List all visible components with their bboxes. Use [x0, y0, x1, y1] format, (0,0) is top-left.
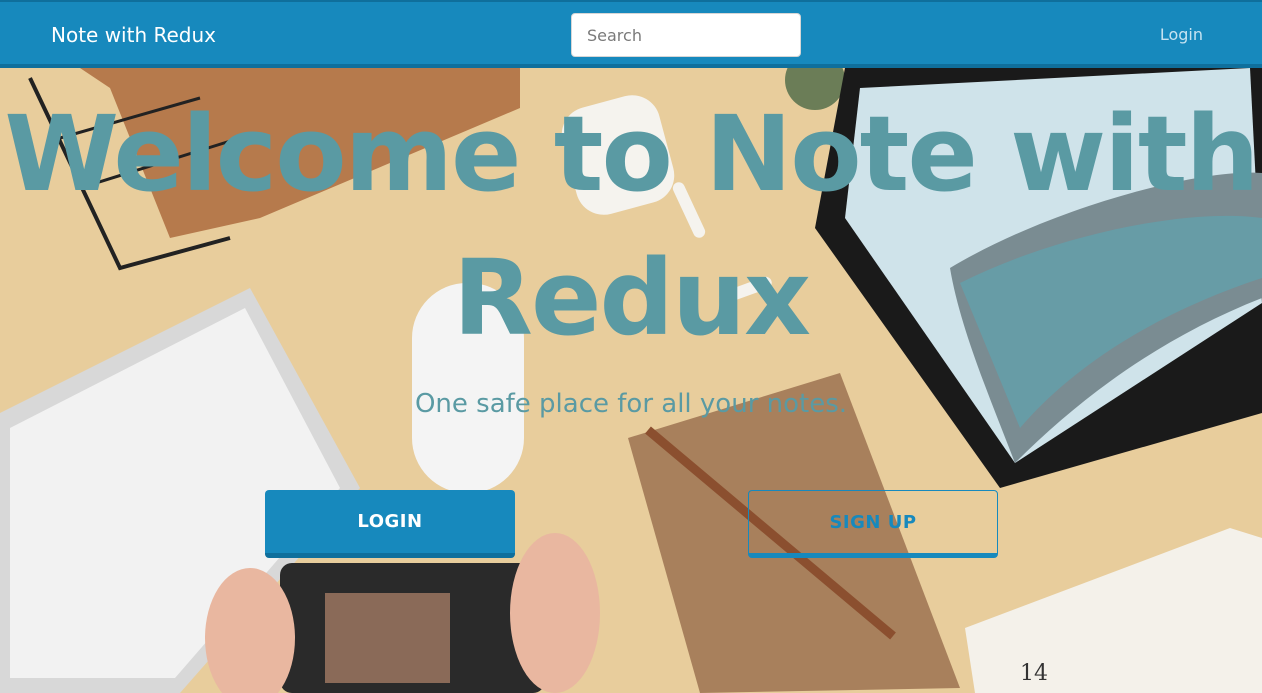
newspaper-number: 14 — [1020, 661, 1048, 686]
search-input[interactable] — [571, 13, 801, 57]
hero-title-line2: Redux — [452, 237, 811, 359]
signup-button[interactable]: SIGN UP — [748, 490, 998, 558]
hero-title: Welcome to Note with Redux — [0, 82, 1262, 370]
login-button[interactable]: LOGIN — [265, 490, 515, 558]
nav-login-link[interactable]: Login — [1160, 25, 1203, 44]
brand-logo-text[interactable]: Note with Redux — [51, 22, 216, 48]
hero-title-line1: Welcome to Note with — [4, 93, 1259, 215]
hero-subtitle: One safe place for all your notes. — [414, 389, 848, 419]
landing-page: Note with Redux Login — [0, 0, 1262, 693]
navbar: Note with Redux Login — [0, 0, 1262, 68]
